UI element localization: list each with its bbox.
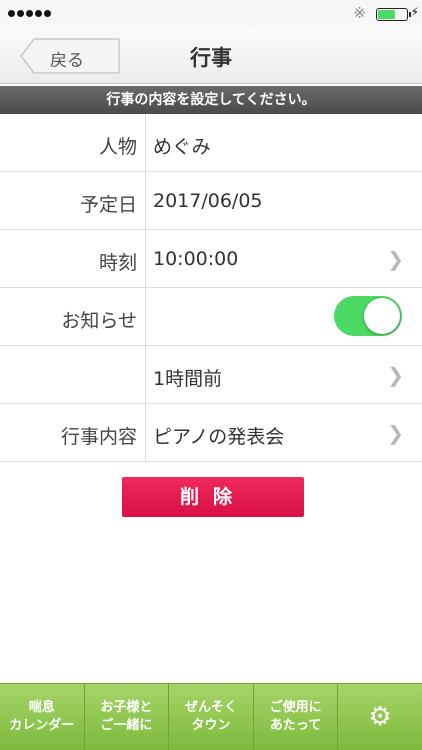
event-form: 人物 めぐみ 予定日 2017/06/05 時刻 10:00:00 ❯ お知らせ… bbox=[0, 114, 422, 462]
tab-with-child[interactable]: お子様と ご一緒に bbox=[85, 684, 170, 750]
content-label: 行事内容 bbox=[60, 426, 137, 448]
time-label: 時刻 bbox=[98, 252, 137, 274]
instruction-banner: 行事の内容を設定してください。 bbox=[0, 86, 422, 114]
tab-settings[interactable]: ⚙ bbox=[338, 684, 422, 750]
toggle-knob bbox=[364, 298, 400, 334]
time-value: 10:00:00 bbox=[153, 248, 239, 270]
tab-bar: 喘息 カレンダー お子様と ご一緒に ぜんそく タウン ご使用に あたって ⚙ bbox=[0, 683, 422, 750]
tab-label-line2: タウン bbox=[191, 718, 231, 733]
navigation-bar: 戻る 行事 bbox=[0, 28, 422, 84]
charging-icon: ⚡ bbox=[410, 5, 419, 19]
tab-label-line2: ご一緒に bbox=[100, 718, 153, 733]
notify-timing-value: 1時間前 bbox=[153, 368, 223, 390]
date-value: 2017/06/05 bbox=[153, 190, 263, 212]
notify-timing-row[interactable]: 1時間前 ❯ bbox=[0, 346, 422, 404]
content-value: ピアノの発表会 bbox=[153, 426, 285, 448]
time-row[interactable]: 時刻 10:00:00 ❯ bbox=[0, 230, 422, 288]
tab-label-line1: 喘息 bbox=[28, 700, 55, 715]
status-bar: ※ ⚡ bbox=[0, 0, 422, 28]
tab-asthma-calendar[interactable]: 喘息 カレンダー bbox=[0, 684, 85, 750]
gear-icon: ⚙ bbox=[368, 702, 392, 732]
signal-strength-icon bbox=[8, 10, 51, 17]
bluetooth-icon: ※ bbox=[353, 4, 366, 22]
notify-toggle-row: お知らせ bbox=[0, 288, 422, 404]
tab-label-line1: ご使用に bbox=[269, 700, 322, 715]
notify-label: お知らせ bbox=[61, 310, 137, 332]
tab-label-line1: ぜんそく bbox=[184, 700, 237, 715]
battery-icon bbox=[376, 8, 411, 21]
tab-usage-notes[interactable]: ご使用に あたって bbox=[254, 684, 339, 750]
chevron-right-icon: ❯ bbox=[387, 247, 404, 271]
tab-label-line1: お子様と bbox=[100, 700, 153, 715]
page-title: 行事 bbox=[190, 46, 232, 70]
person-value: めぐみ bbox=[153, 136, 211, 158]
chevron-right-icon: ❯ bbox=[387, 363, 404, 387]
tab-label-line2: カレンダー bbox=[9, 718, 75, 733]
notify-toggle[interactable] bbox=[334, 296, 402, 336]
tab-asthma-town[interactable]: ぜんそく タウン bbox=[169, 684, 254, 750]
content-row[interactable]: 行事内容 ピアノの発表会 ❯ bbox=[0, 404, 422, 462]
date-row[interactable]: 予定日 2017/06/05 bbox=[0, 172, 422, 230]
chevron-right-icon: ❯ bbox=[387, 421, 404, 445]
person-label: 人物 bbox=[98, 136, 137, 158]
delete-button[interactable]: 削除 bbox=[122, 477, 304, 517]
tab-label-line2: あたって bbox=[269, 718, 322, 733]
date-label: 予定日 bbox=[79, 194, 137, 216]
person-row[interactable]: 人物 めぐみ bbox=[0, 114, 422, 172]
